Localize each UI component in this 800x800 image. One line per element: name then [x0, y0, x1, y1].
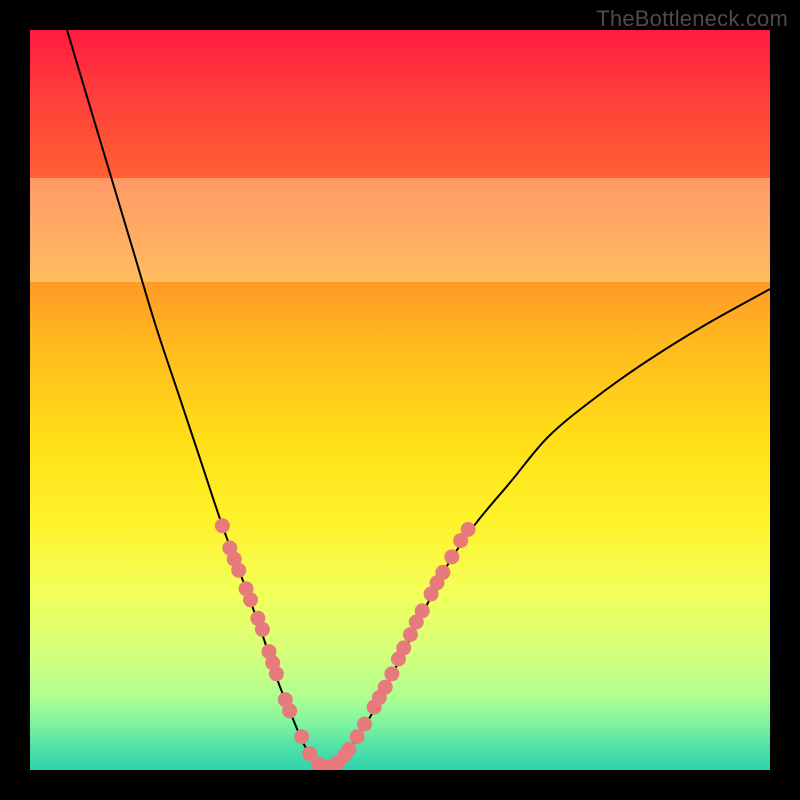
data-point — [215, 518, 230, 533]
data-point — [357, 717, 372, 732]
data-point — [384, 666, 399, 681]
chart-svg — [30, 30, 770, 770]
watermark-text: TheBottleneck.com — [596, 6, 788, 32]
data-point — [378, 680, 393, 695]
data-point — [341, 742, 356, 757]
chart-frame: TheBottleneck.com — [0, 0, 800, 800]
data-point — [415, 603, 430, 618]
data-point — [461, 522, 476, 537]
data-point — [231, 563, 246, 578]
data-point — [282, 703, 297, 718]
data-points-group — [215, 518, 476, 770]
bottleneck-curve-path — [67, 30, 770, 768]
data-point — [269, 666, 284, 681]
data-point — [243, 592, 258, 607]
chart-plot-area — [30, 30, 770, 770]
data-point — [255, 622, 270, 637]
data-point — [435, 565, 450, 580]
data-point — [350, 729, 365, 744]
data-point — [396, 640, 411, 655]
data-point — [294, 729, 309, 744]
data-point — [444, 549, 459, 564]
